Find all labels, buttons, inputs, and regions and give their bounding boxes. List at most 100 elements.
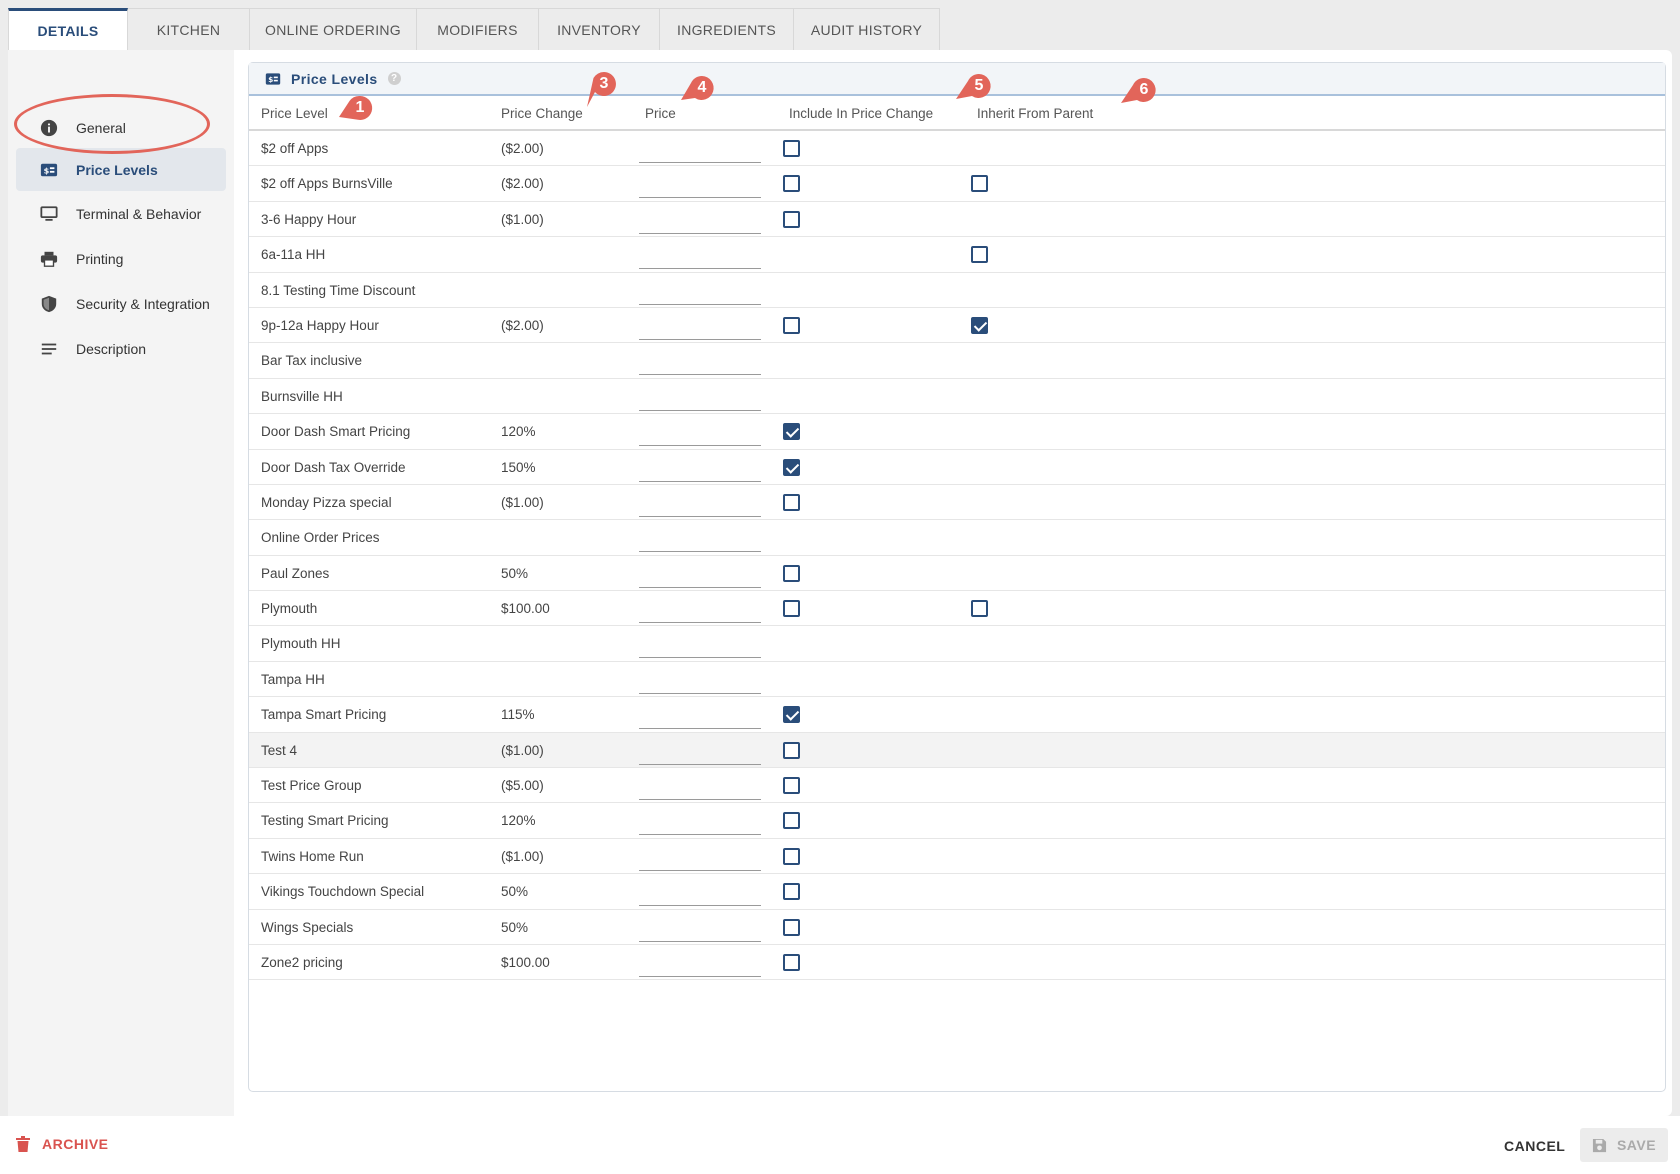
sidebar-item-price-levels[interactable]: $ Price Levels [16, 148, 226, 191]
include-in-price-change-checkbox[interactable] [783, 175, 800, 193]
include-in-price-change-checkbox[interactable] [783, 741, 800, 759]
price-input[interactable] [639, 844, 761, 871]
callout-marker: 6 [1121, 75, 1159, 105]
include-in-price-change-checkbox[interactable] [783, 706, 800, 724]
table-row[interactable]: Tampa HH [249, 662, 1665, 698]
table-row[interactable]: 9p-12a Happy Hour ($2.00) [249, 308, 1665, 344]
table-row[interactable]: Test 4 ($1.00) [249, 732, 1665, 769]
sidebar-item-terminal-behavior[interactable]: Terminal & Behavior [16, 192, 226, 235]
tab-modifiers[interactable]: MODIFIERS [417, 8, 539, 50]
price-input[interactable] [639, 313, 761, 340]
table-row[interactable]: $2 off Apps BurnsVille ($2.00) [249, 166, 1665, 202]
price-input[interactable] [639, 137, 761, 163]
price-change-value: 50% [501, 565, 529, 581]
tab-audit-history[interactable]: AUDIT HISTORY [794, 8, 940, 50]
price-input[interactable] [639, 915, 761, 942]
price-input[interactable] [639, 278, 761, 305]
include-in-price-change-checkbox[interactable] [783, 458, 800, 476]
price-input[interactable] [639, 880, 761, 907]
sidebar-item-description[interactable]: Description [16, 327, 226, 370]
column-price[interactable]: Price [645, 106, 676, 121]
include-in-price-change-checkbox[interactable] [783, 600, 800, 618]
price-input[interactable] [639, 455, 761, 482]
price-input[interactable] [639, 172, 761, 199]
include-in-price-change-checkbox[interactable] [783, 210, 800, 228]
sidebar-item-security-integration[interactable]: Security & Integration [16, 282, 226, 325]
cancel-button[interactable]: CANCEL [1504, 1138, 1565, 1154]
table-row[interactable]: 8.1 Testing Time Discount [249, 273, 1665, 308]
table-row[interactable]: Burnsville HH [249, 379, 1665, 415]
table-row[interactable]: 6a-11a HH [249, 237, 1665, 273]
save-button[interactable]: SAVE [1580, 1128, 1668, 1162]
include-in-price-change-checkbox[interactable] [783, 918, 800, 936]
tab-kitchen[interactable]: KITCHEN [128, 8, 250, 50]
table-row[interactable]: Door Dash Smart Pricing 120% [249, 414, 1665, 450]
table-row[interactable]: Twins Home Run ($1.00) [249, 839, 1665, 875]
inherit-from-parent-checkbox[interactable] [971, 316, 988, 334]
price-input[interactable] [639, 774, 761, 801]
save-label: SAVE [1616, 1137, 1657, 1153]
include-in-price-change-checkbox[interactable] [783, 777, 800, 795]
column-include-in-price-change[interactable]: Include In Price Change [789, 106, 933, 121]
price-level-name: Bar Tax inclusive [261, 353, 363, 369]
inherit-from-parent-checkbox[interactable] [971, 175, 988, 193]
table-row[interactable]: $2 off Apps ($2.00) [249, 131, 1665, 167]
price-input[interactable] [639, 420, 761, 447]
table-row[interactable]: Monday Pizza special ($1.00) [249, 485, 1665, 521]
price-input[interactable] [639, 490, 761, 517]
table-row[interactable]: Plymouth $100.00 [249, 591, 1665, 627]
table-row[interactable]: Testing Smart Pricing 120% [249, 803, 1665, 839]
tab-details[interactable]: DETAILS [8, 8, 128, 50]
tab-online-ordering[interactable]: ONLINE ORDERING [250, 8, 417, 50]
price-input[interactable] [639, 243, 761, 270]
include-in-price-change-checkbox[interactable] [783, 423, 800, 441]
price-input[interactable] [639, 526, 761, 553]
sidebar-item-general[interactable]: General [16, 106, 226, 149]
table-row[interactable]: Plymouth HH [249, 626, 1665, 662]
column-price-level[interactable]: Price Level [261, 106, 328, 121]
price-input[interactable] [639, 632, 761, 659]
table-row[interactable]: Bar Tax inclusive [249, 343, 1665, 379]
price-input[interactable] [639, 349, 761, 376]
price-change-value: $100.00 [501, 954, 550, 970]
table-row[interactable]: Test Price Group ($5.00) [249, 768, 1665, 804]
table-row[interactable]: 3-6 Happy Hour ($1.00) [249, 202, 1665, 238]
archive-button[interactable]: ARCHIVE [16, 1136, 109, 1152]
price-input[interactable] [639, 597, 761, 624]
include-in-price-change-checkbox[interactable] [783, 953, 800, 971]
price-input[interactable] [639, 207, 761, 234]
price-input[interactable] [639, 667, 761, 694]
table-row[interactable]: Online Order Prices [249, 520, 1665, 556]
sidebar-item-printing[interactable]: Printing [16, 237, 226, 280]
help-icon[interactable]: ? [387, 72, 401, 85]
price-input[interactable] [639, 950, 761, 977]
price-input[interactable] [639, 738, 761, 765]
table-row[interactable]: Door Dash Tax Override 150% [249, 450, 1665, 485]
sidebar-item-label: Description [76, 340, 147, 357]
include-in-price-change-checkbox[interactable] [783, 564, 800, 582]
inherit-from-parent-checkbox[interactable] [971, 246, 988, 264]
include-in-price-change-checkbox[interactable] [783, 316, 800, 334]
include-in-price-change-checkbox[interactable] [783, 140, 800, 157]
table-row[interactable]: Tampa Smart Pricing 115% [249, 697, 1665, 733]
inherit-from-parent-checkbox[interactable] [971, 600, 988, 618]
price-change-value: ($5.00) [501, 778, 544, 794]
table-row[interactable]: Paul Zones 50% [249, 556, 1665, 592]
svg-text:$: $ [268, 75, 273, 84]
tab-inventory[interactable]: INVENTORY [539, 8, 660, 50]
table-row[interactable]: Zone2 pricing $100.00 [249, 945, 1665, 981]
include-in-price-change-checkbox[interactable] [783, 883, 800, 901]
include-in-price-change-checkbox[interactable] [783, 493, 800, 511]
price-input[interactable] [639, 384, 761, 411]
table-row[interactable]: Vikings Touchdown Special 50% [249, 874, 1665, 910]
table-row[interactable]: Wings Specials 50% [249, 910, 1665, 945]
column-inherit-from-parent[interactable]: Inherit From Parent [977, 106, 1093, 121]
price-input[interactable] [639, 561, 761, 588]
price-change-value: ($2.00) [501, 141, 544, 156]
include-in-price-change-checkbox[interactable] [783, 812, 800, 830]
price-input[interactable] [639, 703, 761, 730]
column-price-change[interactable]: Price Change [501, 106, 583, 121]
include-in-price-change-checkbox[interactable] [783, 847, 800, 865]
price-input[interactable] [639, 809, 761, 836]
tab-ingredients[interactable]: INGREDIENTS [660, 8, 794, 50]
